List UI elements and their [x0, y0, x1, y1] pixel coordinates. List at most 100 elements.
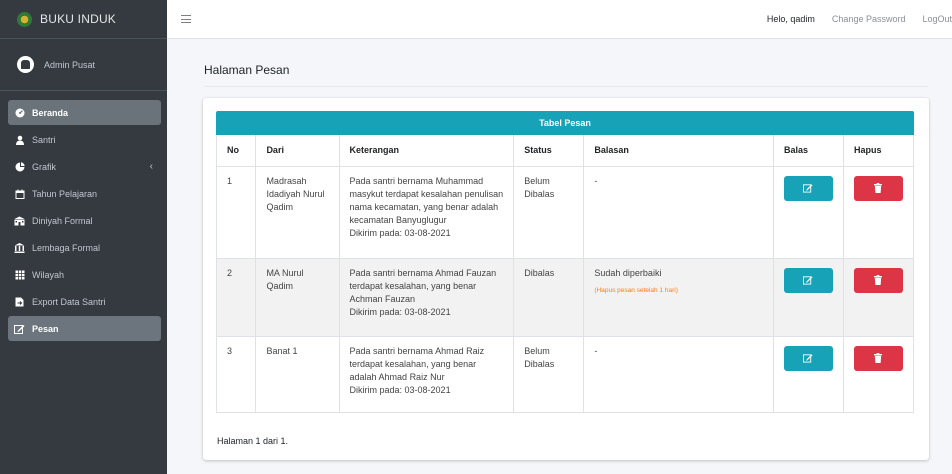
cell-dari: Banat 1	[255, 335, 340, 413]
trash-icon	[874, 353, 883, 363]
school-icon	[14, 215, 25, 226]
change-password-link[interactable]: Change Password	[832, 14, 906, 24]
sent-date: Dikirim pada: 03-08-2021	[349, 306, 451, 317]
sidebar-item-label: Pesan	[32, 323, 59, 334]
table-row: 3 Banat 1 Pada santri bernama Ahmad Raiz…	[215, 335, 915, 413]
table-row: 2 MA Nurul Qadim Pada santri bernama Ahm…	[215, 257, 915, 337]
header-status: Status	[513, 135, 585, 167]
menu-toggle-icon[interactable]	[181, 15, 191, 23]
pie-chart-icon	[14, 161, 25, 172]
cell-hapus	[842, 257, 915, 337]
user-icon	[14, 134, 25, 145]
edit-icon	[803, 276, 814, 285]
messages-table: No Dari Keterangan Status Balasan Balas …	[215, 135, 915, 413]
reply-button[interactable]	[783, 267, 833, 293]
chevron-left-icon: ‹	[149, 161, 153, 172]
header-keterangan: Keterangan	[338, 135, 515, 167]
brand-title: BUKU INDUK	[40, 12, 117, 26]
sidebar-item-label: Export Data Santri	[32, 296, 106, 307]
table-row: 1 Madrasah Idadiyah Nurul Qadim Pada san…	[215, 165, 915, 259]
avatar	[17, 56, 34, 73]
sidebar-item-tahun-pelajaran[interactable]: Tahun Pelajaran	[8, 181, 161, 206]
table-caption: Tabel Pesan	[216, 111, 914, 135]
delete-button[interactable]	[853, 175, 903, 201]
header-balas: Balas	[772, 135, 844, 167]
cell-no: 2	[215, 257, 257, 337]
message-text: Pada santri bernama Muhammad masykut ter…	[349, 175, 504, 225]
edit-icon	[803, 354, 814, 363]
user-name: Admin Pusat	[44, 59, 96, 70]
university-icon	[14, 242, 25, 253]
sidebar-item-label: Santri	[32, 134, 56, 145]
reply-button[interactable]	[783, 175, 833, 201]
reply-note: (Hapus pesan setelah 1 hari)	[594, 286, 678, 294]
sidebar-item-export-data-santri[interactable]: Export Data Santri	[8, 289, 161, 314]
sidebar: BUKU INDUK Admin Pusat Beranda Santri Gr…	[0, 0, 167, 474]
header-dari: Dari	[255, 135, 340, 167]
sent-date: Dikirim pada: 03-08-2021	[349, 384, 451, 395]
cell-status: Belum Dibalas	[513, 335, 585, 413]
cell-balasan: -	[583, 165, 774, 259]
reply-button[interactable]	[783, 345, 833, 371]
cell-no: 3	[215, 335, 257, 413]
delete-button[interactable]	[853, 267, 903, 293]
grid-icon	[14, 269, 25, 280]
cell-no: 1	[215, 165, 257, 259]
message-text: Pada santri bernama Ahmad Fauzan terdapa…	[349, 267, 497, 304]
cell-keterangan: Pada santri bernama Ahmad Fauzan terdapa…	[338, 257, 515, 337]
cell-dari: Madrasah Idadiyah Nurul Qadim	[255, 165, 340, 259]
sidebar-item-lembaga-formal[interactable]: Lembaga Formal	[8, 235, 161, 260]
header-balasan: Balasan	[583, 135, 774, 167]
sent-date: Dikirim pada: 03-08-2021	[349, 227, 451, 238]
header-no: No	[215, 135, 257, 167]
sidebar-item-pesan[interactable]: Pesan	[8, 316, 161, 341]
sidebar-item-label: Beranda	[32, 107, 69, 118]
cell-status: Dibalas	[513, 257, 585, 337]
sidebar-item-label: Grafik	[32, 161, 57, 172]
sidebar-item-label: Tahun Pelajaran	[32, 188, 98, 199]
cell-hapus	[842, 335, 915, 413]
sidebar-item-label: Wilayah	[32, 269, 65, 280]
sidebar-item-grafik[interactable]: Grafik ‹	[8, 154, 161, 179]
file-export-icon	[14, 296, 25, 307]
top-navbar: Helo, qadim Change Password LogOut	[167, 0, 952, 39]
sidebar-item-diniyah-formal[interactable]: Diniyah Formal	[8, 208, 161, 233]
sidebar-item-label: Diniyah Formal	[32, 215, 93, 226]
sidebar-item-beranda[interactable]: Beranda	[8, 100, 161, 125]
trash-icon	[874, 183, 883, 193]
cell-dari: MA Nurul Qadim	[255, 257, 340, 337]
user-panel[interactable]: Admin Pusat	[0, 39, 167, 91]
user-greeting: Helo, qadim	[766, 14, 815, 24]
cell-balasan: Sudah diperbaiki (Hapus pesan setelah 1 h…	[583, 257, 774, 337]
cell-keterangan: Pada santri bernama Muhammad masykut ter…	[338, 165, 515, 259]
brand-logo-icon	[17, 11, 32, 27]
edit-icon	[14, 323, 25, 334]
top-right-links: Helo, qadim Change Password LogOut	[767, 14, 952, 24]
cell-balas	[772, 165, 844, 259]
trash-icon	[874, 275, 883, 285]
cell-balasan: -	[583, 335, 774, 413]
calendar-icon	[14, 188, 25, 199]
brand-link[interactable]: BUKU INDUK	[0, 0, 167, 39]
cell-balas	[772, 257, 844, 337]
message-text: Pada santri bernama Ahmad Raiz terdapat …	[349, 345, 485, 382]
cell-keterangan: Pada santri bernama Ahmad Raiz terdapat …	[338, 335, 515, 413]
sidebar-item-santri[interactable]: Santri	[8, 127, 161, 152]
dashboard-icon	[14, 107, 25, 118]
cell-balas	[772, 335, 844, 413]
delete-button[interactable]	[853, 345, 903, 371]
reply-text: -	[594, 175, 598, 186]
reply-text: -	[594, 345, 598, 356]
divider	[204, 86, 928, 87]
edit-icon	[803, 184, 814, 193]
sidebar-nav: Beranda Santri Grafik ‹ Tahun Pelajaran	[8, 100, 161, 343]
header-hapus: Hapus	[842, 135, 915, 167]
table-header-row: No Dari Keterangan Status Balasan Balas …	[215, 135, 915, 167]
sidebar-item-label: Lembaga Formal	[32, 242, 101, 253]
page-title: Halaman Pesan	[204, 63, 290, 77]
cell-status: Belum Dibalas	[513, 165, 585, 259]
logout-link[interactable]: LogOut	[922, 14, 952, 24]
sidebar-item-wilayah[interactable]: Wilayah	[8, 262, 161, 287]
pagination-info: Halaman 1 dari 1.	[217, 436, 289, 446]
cell-hapus	[842, 165, 915, 259]
